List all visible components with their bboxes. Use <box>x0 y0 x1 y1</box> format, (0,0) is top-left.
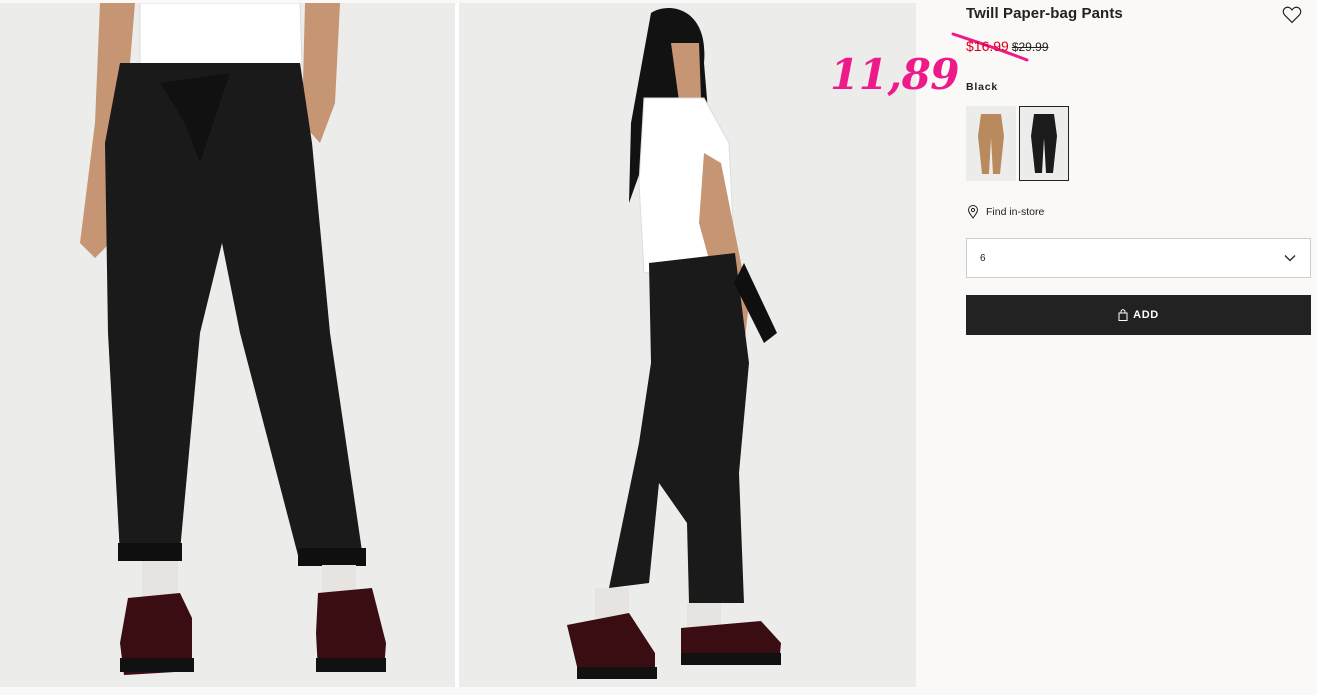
price-row: $16.99 $29.99 <box>966 38 1049 54</box>
product-title: Twill Paper-bag Pants <box>966 5 1123 22</box>
size-select[interactable]: 6 <box>966 238 1311 278</box>
handwritten-price-annotation: 11,89 <box>830 50 960 99</box>
original-price: $29.99 <box>1011 40 1049 54</box>
find-in-store-link[interactable]: Find in-store <box>966 205 1044 219</box>
product-photo-side[interactable] <box>459 3 916 687</box>
heart-icon[interactable] <box>1282 5 1302 24</box>
product-photo-front[interactable] <box>0 3 455 687</box>
shopping-bag-icon <box>1118 309 1128 321</box>
find-in-store-label: Find in-store <box>986 206 1045 218</box>
color-swatch-black[interactable] <box>1019 106 1069 181</box>
chevron-down-icon <box>1284 255 1296 262</box>
size-selected-value: 6 <box>980 253 986 264</box>
color-swatch-beige[interactable] <box>966 106 1016 181</box>
color-label: Black <box>966 81 999 93</box>
location-pin-icon <box>967 205 979 219</box>
add-button-label: ADD <box>1133 309 1159 321</box>
sale-price: $16.99 <box>966 38 1009 54</box>
product-details-panel: Twill Paper-bag Pants $16.99 $29.99 Black… <box>966 0 1311 695</box>
add-to-bag-button[interactable]: ADD <box>966 295 1311 335</box>
